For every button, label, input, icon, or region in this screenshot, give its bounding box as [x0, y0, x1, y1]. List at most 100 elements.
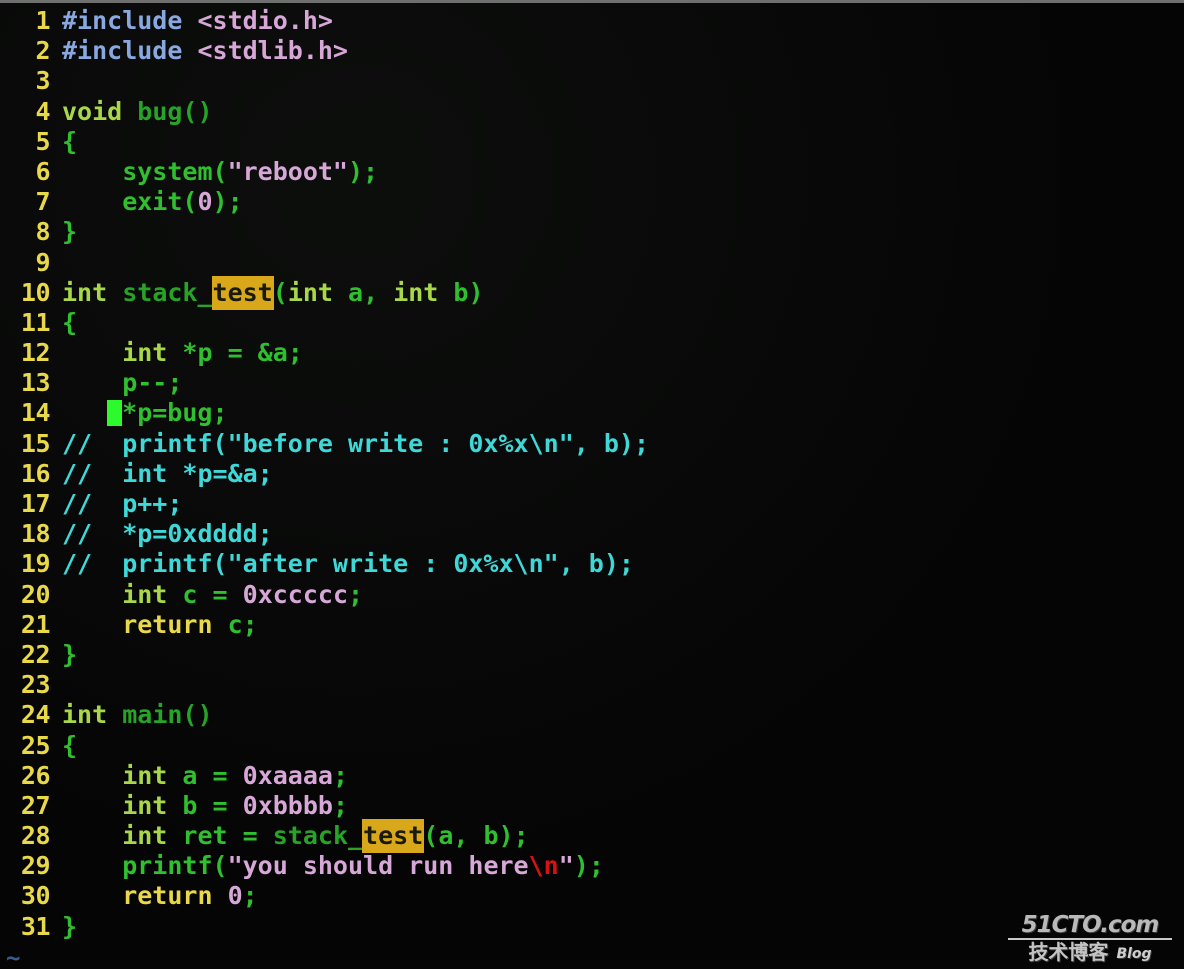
line-content[interactable]: #include <stdio.h> — [62, 6, 333, 36]
line-content[interactable]: #include <stdlib.h> — [62, 36, 348, 66]
code-line[interactable]: 9 — [0, 248, 1184, 278]
line-number: 25 — [20, 730, 51, 760]
code-line[interactable]: 7 exit(0); — [0, 187, 1184, 217]
code-line[interactable]: 19 // printf("after write : 0x%x\n", b); — [0, 549, 1184, 579]
line-content[interactable]: int a = 0xaaaa; — [62, 761, 348, 791]
line-content[interactable]: int b = 0xbbbb; — [62, 791, 348, 821]
code-line[interactable]: 1 #include <stdio.h> — [0, 6, 1184, 36]
code-token-ident: p--; — [62, 368, 183, 398]
code-line[interactable]: 29 printf("you should run here\n"); — [0, 851, 1184, 881]
code-token-func: stack_ — [272, 821, 364, 851]
line-number: 23 — [20, 670, 51, 700]
code-line[interactable]: 12 int *p = &a; — [0, 338, 1184, 368]
code-line[interactable]: 27 int b = 0xbbbb; — [0, 791, 1184, 821]
code-token-kw: return — [62, 609, 228, 639]
line-content[interactable]: *p=bug; — [62, 398, 228, 428]
code-token-func: stack_ — [122, 277, 213, 307]
search-match-highlight[interactable]: test — [363, 820, 424, 853]
line-content[interactable]: { — [62, 127, 77, 157]
line-content[interactable]: void bug() — [62, 97, 213, 127]
code-token-comment: // p++; — [62, 489, 183, 518]
code-token-ident: ; — [242, 881, 258, 911]
code-line[interactable]: 8} — [0, 217, 1184, 247]
code-token-header: <stdlib.h> — [197, 36, 348, 66]
line-content[interactable]: exit(0); — [62, 187, 243, 217]
line-content[interactable]: int ret = stack_test(a, b); — [62, 820, 529, 853]
line-content[interactable]: p--; — [62, 368, 182, 398]
line-content[interactable]: // printf("after write : 0x%x\n", b); — [62, 549, 634, 579]
line-number: 4 — [35, 96, 50, 126]
line-content[interactable]: int *p = &a; — [62, 338, 303, 368]
line-content[interactable]: // printf("before write : 0x%x\n", b); — [62, 429, 649, 459]
code-token-ident: { — [62, 307, 78, 337]
code-line[interactable]: 26 int a = 0xaaaa; — [0, 761, 1184, 791]
code-line[interactable]: 11 { — [0, 308, 1184, 338]
line-content[interactable]: } — [62, 912, 77, 942]
line-content[interactable]: // int *p=&a; — [62, 459, 273, 489]
search-match-highlight[interactable]: test — [212, 276, 273, 309]
line-content[interactable]: } — [62, 217, 77, 247]
line-number: 30 — [20, 881, 51, 911]
code-line[interactable]: 20 int c = 0xccccc; — [0, 580, 1184, 610]
code-line[interactable]: 5{ — [0, 127, 1184, 157]
line-number: 26 — [20, 760, 51, 790]
line-number: 27 — [20, 790, 51, 820]
line-number: 18 — [20, 519, 51, 549]
line-content[interactable]: int c = 0xccccc; — [62, 580, 363, 610]
line-number: 12 — [20, 338, 51, 368]
code-token-num: 0xccccc — [242, 579, 348, 609]
line-number: 15 — [20, 428, 51, 458]
code-line[interactable]: 10 int stack_test(int a, int b) — [0, 276, 1184, 309]
code-token-ident: *p = &a; — [182, 338, 303, 368]
code-line[interactable]: 6 system("reboot"); — [0, 157, 1184, 187]
code-line[interactable]: 2 #include <stdlib.h> — [0, 36, 1184, 66]
line-content[interactable]: { — [62, 731, 77, 761]
line-number: 9 — [35, 247, 50, 277]
code-token-ident: ); — [212, 187, 243, 217]
code-line[interactable]: 13 p--; — [0, 368, 1184, 398]
code-line[interactable]: 18 // *p=0xdddd; — [0, 519, 1184, 549]
code-token-ident: b = — [182, 790, 243, 820]
code-line[interactable]: 17 // p++; — [0, 489, 1184, 519]
code-token-ident: ; — [348, 579, 364, 609]
code-token-ident: } — [62, 639, 78, 669]
line-content[interactable]: // p++; — [62, 489, 182, 519]
line-number: 21 — [20, 609, 51, 639]
code-line[interactable]: 24 int main() — [0, 700, 1184, 730]
line-content[interactable]: int stack_test(int a, int b) — [62, 276, 484, 309]
code-line[interactable]: 3 — [0, 66, 1184, 96]
line-content[interactable]: // *p=0xdddd; — [62, 519, 273, 549]
line-content[interactable]: int main() — [62, 700, 213, 730]
code-token-type: int — [62, 338, 183, 368]
line-content[interactable]: system("reboot"); — [62, 157, 378, 187]
code-token-ident: ); — [348, 156, 379, 186]
code-token-func: bug() — [137, 96, 213, 126]
code-line[interactable]: 15 // printf("before write : 0x%x\n", b); — [0, 429, 1184, 459]
line-number: 19 — [20, 549, 51, 579]
code-token-comment: // printf("before write : 0x%x\n", b); — [62, 428, 649, 458]
watermark: 51CTO.com 技术博客 Blog — [1004, 913, 1176, 963]
code-line[interactable]: 22} — [0, 640, 1184, 670]
code-line[interactable]: 4 void bug() — [0, 97, 1184, 127]
code-line[interactable]: 21 return c; — [0, 610, 1184, 640]
code-token-ident: *p=bug; — [122, 398, 228, 428]
line-content[interactable]: return c; — [62, 609, 257, 640]
code-editor-window[interactable]: 1 #include <stdio.h> 2 #include <stdlib.h> 3… — [0, 0, 1184, 969]
code-line[interactable]: 16 // int *p=&a; — [0, 459, 1184, 489]
code-token-ident: ( — [272, 277, 288, 307]
code-line[interactable]: 30 return 0; — [0, 881, 1184, 911]
code-line[interactable]: 28 int ret = stack_test(a, b); — [0, 820, 1184, 853]
code-line[interactable]: 14 *p=bug; — [0, 398, 1184, 428]
code-token-pre: #include — [62, 6, 198, 35]
code-area[interactable]: 1 #include <stdio.h> 2 #include <stdlib.h> 3… — [0, 3, 1184, 942]
code-token-ident: , — [363, 277, 394, 307]
line-content[interactable]: } — [62, 640, 77, 670]
line-content[interactable]: return 0; — [62, 881, 258, 911]
code-line[interactable]: 25 { — [0, 731, 1184, 761]
line-number: 8 — [35, 217, 50, 247]
line-number: 22 — [20, 639, 51, 669]
line-content[interactable]: { — [62, 308, 77, 338]
code-token-ident: a = — [182, 760, 243, 790]
code-line[interactable]: 23 — [0, 670, 1184, 700]
line-content[interactable]: printf("you should run here\n"); — [62, 851, 604, 881]
